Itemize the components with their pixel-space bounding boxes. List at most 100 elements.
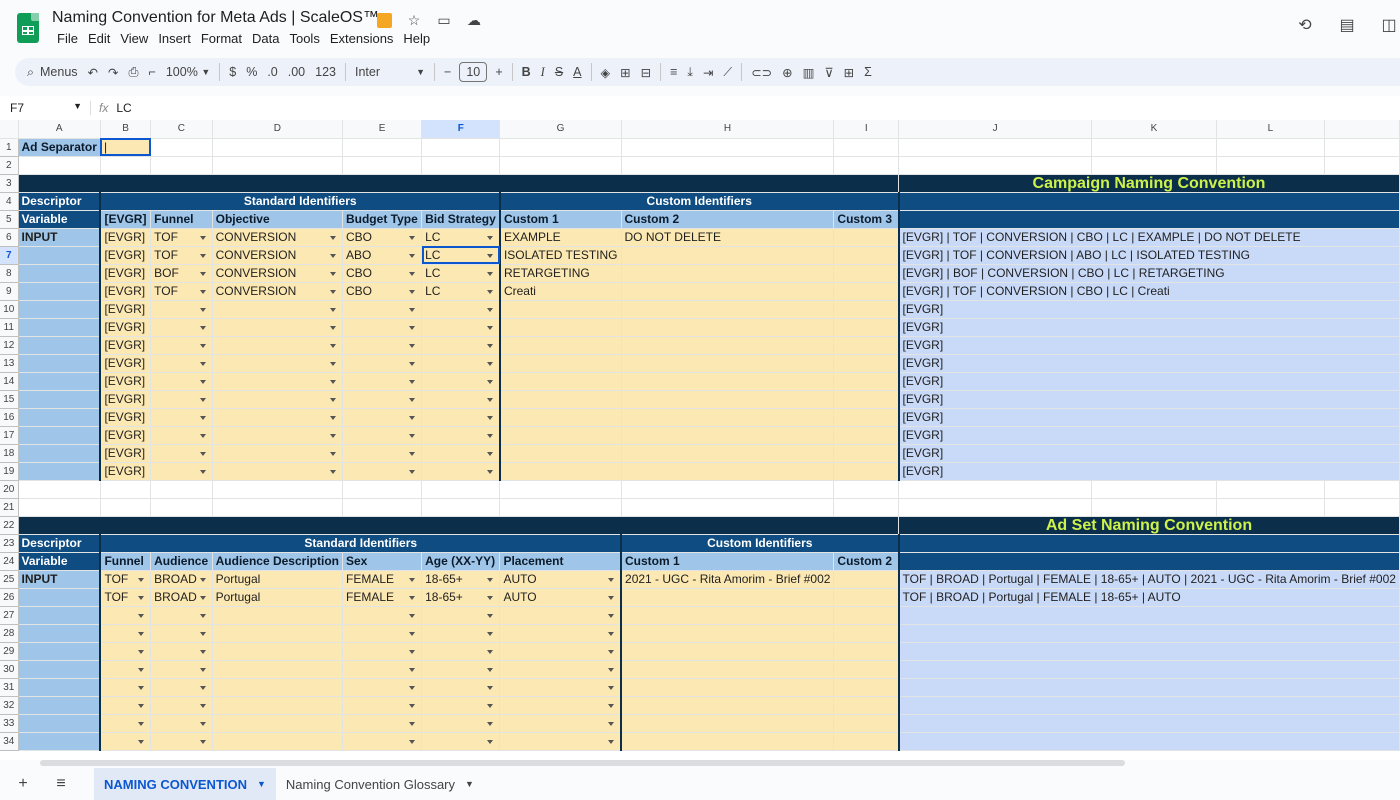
- dropdown-cell[interactable]: [342, 462, 423, 481]
- cell[interactable]: [621, 390, 835, 409]
- cell[interactable]: [833, 408, 900, 427]
- text-wrapping-icon[interactable]: ⇥: [698, 58, 718, 86]
- cell[interactable]: Portugal: [212, 588, 343, 607]
- vertical-align-icon[interactable]: ⤓: [682, 58, 698, 86]
- dropdown-cell[interactable]: [421, 354, 501, 373]
- cell[interactable]: [621, 498, 835, 517]
- dropdown-cell[interactable]: [342, 606, 423, 625]
- dropdown-cell[interactable]: [150, 660, 213, 679]
- dropdown-cell[interactable]: 18-65+: [421, 588, 501, 607]
- row-header[interactable]: 12: [0, 336, 19, 355]
- version-history-icon[interactable]: ⟲: [1294, 14, 1316, 36]
- dropdown-cell[interactable]: [499, 606, 622, 625]
- cell[interactable]: [621, 264, 835, 283]
- row-header[interactable]: 19: [0, 462, 19, 481]
- dropdown-cell[interactable]: [342, 300, 423, 319]
- font-size-decrease-icon[interactable]: −: [439, 58, 456, 86]
- dropdown-cell[interactable]: [421, 606, 501, 625]
- dropdown-cell[interactable]: [150, 408, 213, 427]
- move-folder-icon[interactable]: ▭: [433, 10, 455, 30]
- dropdown-cell[interactable]: [150, 624, 213, 643]
- cell[interactable]: [212, 696, 343, 715]
- column-header[interactable]: F: [421, 120, 501, 139]
- dropdown-cell[interactable]: [99, 678, 152, 697]
- dropdown-cell[interactable]: [212, 354, 343, 373]
- cell[interactable]: [621, 282, 835, 301]
- cell[interactable]: [833, 246, 900, 265]
- dropdown-cell[interactable]: [342, 642, 423, 661]
- sharing-restricted-icon[interactable]: [373, 10, 395, 30]
- cell[interactable]: [212, 660, 343, 679]
- fill-color-icon[interactable]: ◈: [596, 58, 616, 86]
- row-header[interactable]: 24: [0, 552, 19, 571]
- cell[interactable]: [833, 498, 899, 517]
- row-header[interactable]: 20: [0, 480, 19, 499]
- ad-separator-input[interactable]: |: [100, 138, 152, 157]
- cell[interactable]: [833, 444, 900, 463]
- cell[interactable]: [EVGR]: [99, 408, 152, 427]
- cell[interactable]: [621, 300, 835, 319]
- row-header[interactable]: 17: [0, 426, 19, 445]
- cell[interactable]: [620, 678, 835, 697]
- text-color-icon[interactable]: A: [568, 58, 586, 86]
- font-select[interactable]: Inter ▼: [350, 58, 430, 86]
- cell[interactable]: [18, 498, 101, 517]
- cell[interactable]: [833, 390, 900, 409]
- insert-chart-icon[interactable]: ▥: [798, 58, 820, 86]
- cell[interactable]: [498, 318, 622, 337]
- cell[interactable]: [212, 642, 343, 661]
- cell[interactable]: [499, 156, 622, 175]
- dropdown-cell[interactable]: [212, 390, 343, 409]
- search-menus-button[interactable]: ⌕ Menus: [15, 58, 83, 86]
- menu-format[interactable]: Format: [196, 31, 247, 47]
- bold-icon[interactable]: B: [517, 58, 536, 86]
- cell[interactable]: [498, 336, 622, 355]
- dropdown-cell[interactable]: BROAD: [150, 588, 213, 607]
- cell[interactable]: [620, 606, 835, 625]
- increase-decimal-button[interactable]: .00: [283, 58, 310, 86]
- font-size-input[interactable]: 10: [459, 62, 488, 82]
- cell[interactable]: [421, 480, 501, 499]
- cell[interactable]: [498, 462, 622, 481]
- cell[interactable]: [1216, 138, 1326, 157]
- merge-cells-icon[interactable]: ⊟: [636, 58, 656, 86]
- row-header[interactable]: 10: [0, 300, 19, 319]
- row-header[interactable]: 33: [0, 714, 19, 733]
- cell[interactable]: [498, 408, 622, 427]
- sheet-tab-naming-convention[interactable]: NAMING CONVENTION ▼: [94, 768, 276, 800]
- cell[interactable]: [833, 588, 900, 607]
- dropdown-cell[interactable]: [212, 336, 343, 355]
- cell[interactable]: [833, 570, 900, 589]
- dropdown-cell[interactable]: [342, 624, 423, 643]
- dropdown-cell[interactable]: AUTO: [499, 588, 622, 607]
- text-rotation-icon[interactable]: ⟋: [718, 58, 737, 86]
- cell[interactable]: [1091, 498, 1217, 517]
- row-header[interactable]: 14: [0, 372, 19, 391]
- cell[interactable]: [833, 696, 900, 715]
- dropdown-cell[interactable]: [421, 390, 501, 409]
- cell[interactable]: [342, 480, 423, 499]
- cell[interactable]: [1324, 498, 1400, 517]
- cell[interactable]: Creati: [498, 282, 622, 301]
- cell[interactable]: RETARGETING: [498, 264, 622, 283]
- horizontal-align-icon[interactable]: ≡: [665, 58, 682, 86]
- dropdown-cell[interactable]: [212, 300, 343, 319]
- cell[interactable]: [833, 678, 900, 697]
- menu-file[interactable]: File: [52, 31, 83, 47]
- cell[interactable]: [EVGR]: [99, 300, 152, 319]
- dropdown-cell[interactable]: LC: [421, 246, 501, 265]
- cell[interactable]: [621, 408, 835, 427]
- format-percent-button[interactable]: %: [241, 58, 262, 86]
- formula-input[interactable]: LC: [116, 101, 131, 115]
- cell[interactable]: [EVGR]: [99, 372, 152, 391]
- column-header[interactable]: [1324, 120, 1400, 139]
- cell[interactable]: [833, 372, 900, 391]
- more-formats-button[interactable]: 123: [310, 58, 341, 86]
- cell[interactable]: [621, 336, 835, 355]
- cell[interactable]: [EVGR]: [99, 318, 152, 337]
- column-header[interactable]: G: [499, 120, 622, 139]
- cell[interactable]: [898, 480, 1093, 499]
- cell[interactable]: [898, 498, 1093, 517]
- cell[interactable]: [498, 426, 622, 445]
- dropdown-cell[interactable]: [342, 372, 423, 391]
